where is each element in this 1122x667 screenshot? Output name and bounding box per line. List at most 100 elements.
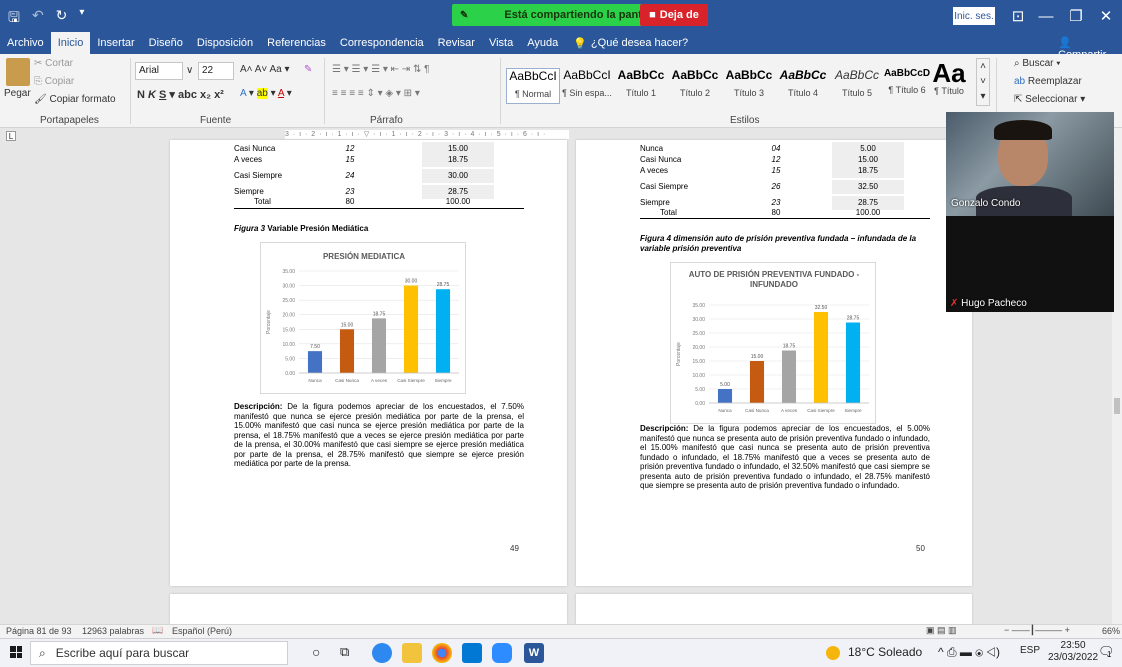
y-tick-label: 20.00 (282, 313, 295, 319)
clock[interactable]: 23:50 23/03/2022 (1048, 640, 1098, 664)
mail-icon[interactable] (462, 643, 482, 663)
style-name: Título 2 (679, 88, 710, 98)
style-name: ¶ Normal (514, 89, 552, 99)
y-tick-label: 5.00 (695, 387, 705, 393)
language-status[interactable]: Español (Perú) (172, 626, 232, 636)
tab-revisar[interactable]: Revisar (431, 32, 482, 54)
font-name-select[interactable]: Arial (135, 62, 183, 80)
grow-font-icon[interactable]: A˄ A˅ Aa ▾ (240, 64, 290, 75)
cut-button[interactable]: ✂ Cortar (34, 58, 73, 69)
tab-vista[interactable]: Vista (482, 32, 520, 54)
row-pct: 32.50 (832, 180, 904, 194)
style-no-spacing[interactable]: AaBbCcI ¶ Sin espa... (560, 68, 614, 104)
edge-icon[interactable] (372, 643, 392, 663)
style-heading-3[interactable]: AaBbCc Título 3 (722, 68, 776, 104)
style-heading-2[interactable]: AaBbCc Título 2 (668, 68, 722, 104)
view-icons[interactable]: ▣ ▤ ▥ (926, 625, 957, 636)
bold-italic-underline-icons[interactable]: N K S ▾ abc x₂ x² (137, 88, 224, 101)
customize-qat-icon[interactable]: ▾ (79, 7, 84, 31)
select-label: Seleccionar (1025, 94, 1078, 105)
list-icons[interactable]: ☰ ▾ ☰ ▾ ☰ ▾ ⇤ ⇥ ⇅ ¶ (332, 64, 429, 75)
video-tile-gonzalo[interactable]: Gonzalo Condo (946, 112, 1114, 216)
style-heading-4[interactable]: AaBbCc Título 4 (776, 68, 830, 104)
weather-text[interactable]: 18°C Soleado (848, 645, 922, 659)
lightbulb-icon: 💡 (573, 37, 587, 50)
word-app-icon[interactable]: W (524, 643, 544, 663)
zoom-level[interactable]: 66% (1102, 626, 1120, 636)
taskbar-search[interactable]: ⌕ Escribe aquí para buscar (30, 641, 288, 665)
page-count[interactable]: Página 81 de 93 (6, 626, 72, 636)
zoom-app-icon[interactable] (492, 643, 512, 663)
row-freq: 15 (345, 155, 355, 164)
cortana-icon[interactable]: ○ (312, 644, 320, 660)
notification-icon[interactable]: 🗨 1 (1098, 644, 1115, 660)
restore-button[interactable]: ❐ (1062, 4, 1090, 28)
align-icons[interactable]: ≡ ≡ ≡ ≡ ⇕ ▾ ◈ ▾ ⊞ ▾ (332, 88, 420, 99)
tab-inicio[interactable]: Inicio (50, 32, 91, 54)
x-category-label: Nunca (308, 378, 322, 383)
task-view-icon[interactable]: ⧉ (340, 644, 349, 660)
tab-diseno[interactable]: Diseño (142, 32, 190, 54)
page-49[interactable]: Casi Nunca 12 15.00 A veces 15 18.75 Casi Si… (170, 140, 567, 586)
redo-icon[interactable]: ↻ (56, 7, 68, 31)
bar (717, 389, 733, 403)
zoom-slider[interactable]: − ——┃——— + (1004, 625, 1070, 636)
paste-icon[interactable] (6, 58, 30, 86)
file-explorer-icon[interactable] (402, 643, 422, 663)
tell-me-input[interactable]: ¿Qué desea hacer? (591, 37, 688, 49)
font-size-select[interactable]: 22 (198, 62, 234, 80)
row-pct: 18.75 (422, 153, 494, 167)
style-heading-5[interactable]: AaBbCc Título 5 (830, 68, 884, 104)
tab-selector-icon[interactable]: L (6, 131, 16, 141)
style-normal[interactable]: AaBbCcI ¶ Normal (506, 68, 560, 104)
tab-insertar[interactable]: Insertar (90, 32, 141, 54)
font-name-dropdown-icon[interactable]: ∨ (186, 65, 193, 76)
tab-ayuda[interactable]: Ayuda (520, 32, 565, 54)
undo-icon[interactable]: ↶ (32, 7, 44, 31)
word-count[interactable]: 12963 palabras (82, 626, 144, 636)
tab-disposicion[interactable]: Disposición (190, 32, 260, 54)
scrollbar-thumb[interactable] (1114, 398, 1120, 414)
bar (749, 361, 765, 403)
chrome-icon[interactable] (432, 643, 452, 663)
tray-icons[interactable]: ^ ⎙ ▬ ⦿ ◁) (938, 645, 1000, 660)
replace-button[interactable]: ab Reemplazar (1014, 76, 1082, 87)
style-preview: AaBbCcI (563, 68, 611, 82)
format-painter-button[interactable]: 🖌 Copiar formato (34, 94, 116, 105)
proofing-icon[interactable]: 📖 (152, 625, 163, 636)
find-button[interactable]: ⌕ Buscar ▾ (1014, 58, 1061, 69)
clear-format-icon[interactable]: ✎ (304, 64, 312, 75)
paste-label[interactable]: Pegar (4, 88, 31, 99)
style-heading-1[interactable]: AaBbCc Título 1 (614, 68, 668, 104)
row-pct: 18.75 (832, 164, 904, 178)
save-icon[interactable]: 🖫 (8, 7, 20, 31)
copy-button[interactable]: ⎘ Copiar (34, 76, 74, 87)
video-tile-hugo[interactable]: ✗ Hugo Pacheco (946, 216, 1114, 312)
windows-start-icon[interactable] (10, 646, 22, 658)
row-freq: 15 (771, 166, 781, 175)
y-tick-label: 10.00 (692, 373, 705, 379)
stop-sharing-button[interactable]: ■ Deja de (640, 4, 708, 26)
style-title[interactable]: Aa ¶ Título (926, 60, 972, 104)
description-paragraph: Descripción: De la figura podemos apreci… (640, 424, 930, 491)
sign-in-button[interactable]: Inic. ses. (953, 7, 995, 25)
tab-correspondencia[interactable]: Correspondencia (333, 32, 431, 54)
mic-muted-icon: ✗ (950, 298, 959, 309)
tab-referencias[interactable]: Referencias (260, 32, 333, 54)
input-language[interactable]: ESP (1020, 645, 1040, 656)
find-label: Buscar (1022, 58, 1054, 69)
tab-archivo[interactable]: Archivo (0, 32, 51, 54)
horizontal-ruler[interactable]: 3 · ı · 2 · ı · 1 · ı · ▽ · ı · 1 · ı · … (285, 130, 569, 139)
minimize-button[interactable]: — (1032, 4, 1060, 28)
page-50[interactable]: Nunca 04 5.00 Casi Nunca 12 15.00 A veces 15 1… (576, 140, 972, 586)
page-52[interactable] (576, 594, 972, 624)
status-bar: Página 81 de 93 12963 palabras 📖 Español… (0, 624, 1122, 638)
styles-scroll-icon[interactable]: ˄ ˅ ▾ (976, 58, 990, 106)
paragraph-group-label: Párrafo (370, 115, 403, 126)
copy-label: Copiar (44, 76, 75, 87)
close-button[interactable]: ✕ (1092, 4, 1120, 28)
select-button[interactable]: ⇱ Seleccionar ▾ (1014, 94, 1085, 105)
page-51[interactable] (170, 594, 567, 624)
font-color-icons[interactable]: A ▾ ab ▾ A ▾ (240, 88, 292, 99)
ribbon-display-icon[interactable]: ⊡ (1004, 4, 1032, 28)
